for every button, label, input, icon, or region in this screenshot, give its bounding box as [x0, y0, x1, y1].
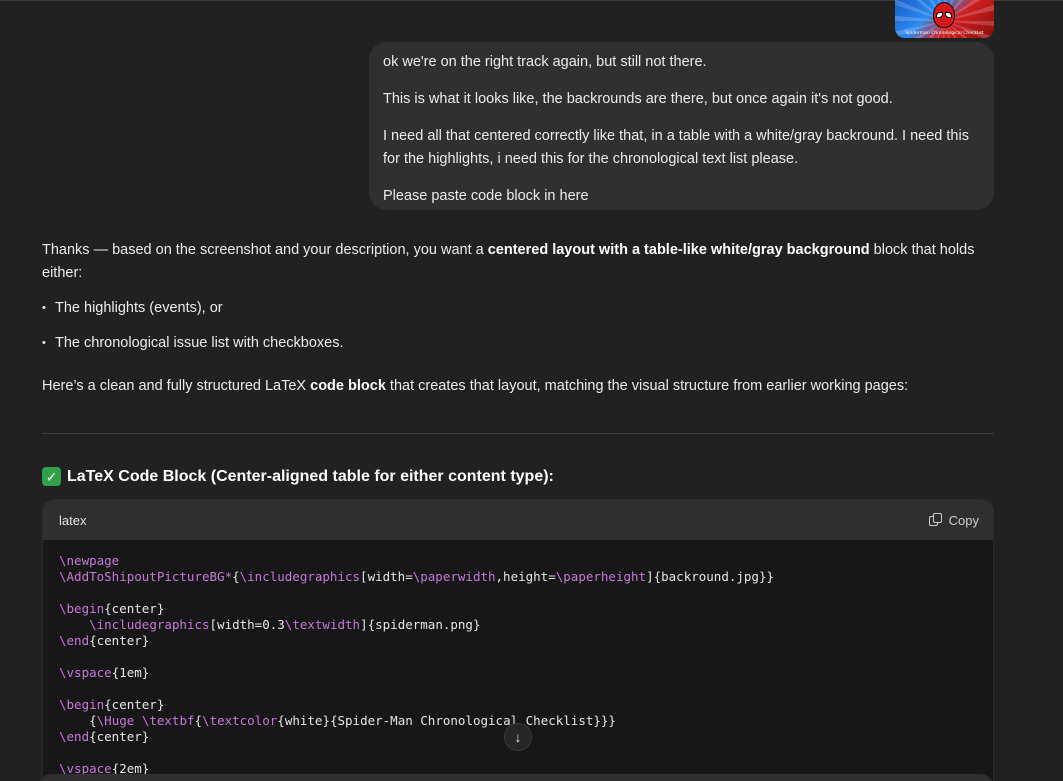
latex-command: \begin [59, 697, 105, 712]
checkmark-icon: ✓ [42, 467, 61, 486]
latex-command: \begin [59, 601, 105, 616]
option-list: The highlights (events), or The chronolo… [42, 297, 994, 355]
latex-command: \textcolor [202, 713, 278, 728]
left-eye [936, 12, 943, 18]
arrow-down-icon: ↓ [514, 729, 522, 745]
copy-label: Copy [948, 512, 979, 528]
user-message-line: ok we're on the right track again, but s… [383, 54, 707, 70]
code-line: \includegraphics[width=0.3\textwidth]{sp… [89, 617, 481, 632]
section-divider [42, 433, 994, 434]
latex-command: \end [59, 633, 90, 648]
code-line: \newpage [59, 553, 119, 568]
message-composer[interactable] [38, 774, 994, 781]
latex-command: \textwidth [284, 617, 361, 632]
assistant-intro: Thanks — based on the screenshot and you… [42, 239, 994, 285]
user-message-line: This is what it looks like, the backroun… [383, 91, 893, 107]
intro-text: that creates that layout, matching the v… [385, 378, 909, 394]
user-message-bubble: ok we're on the right track again, but s… [369, 42, 994, 210]
code-line: \end{center} [59, 729, 150, 744]
assistant-intro-2: Here’s a clean and fully structured LaTe… [42, 375, 994, 398]
section-heading-text: LaTeX Code Block (Center-aligned table f… [67, 467, 554, 485]
section-heading: ✓ LaTeX Code Block (Center-aligned table… [42, 467, 554, 486]
latex-command: \includegraphics [89, 617, 210, 632]
intro-bold-text: centered layout with a table-like white/… [487, 242, 870, 258]
intro-text: Here’s a clean and fully structured LaTe… [42, 378, 311, 394]
assistant-message: Thanks — based on the screenshot and you… [42, 239, 994, 398]
attached-image-thumbnail[interactable]: Spiderman Chronological Checklist [895, 0, 994, 38]
spiderman-icon [933, 2, 955, 28]
copy-button[interactable]: Copy [928, 512, 979, 528]
code-line: \vspace{1em} [59, 665, 150, 680]
list-item: The chronological issue list with checkb… [42, 332, 994, 355]
latex-command: \end [59, 729, 90, 744]
code-line: {\Huge \textbf{\textcolor{white}{Spider-… [59, 713, 616, 728]
user-message-line: I need all that centered correctly like … [383, 128, 969, 167]
latex-command: \paperwidth [412, 569, 496, 584]
intro-text: Thanks — based on the screenshot and you… [42, 242, 488, 258]
code-line: \begin{center} [59, 601, 165, 616]
latex-command: \vspace [59, 665, 112, 680]
list-item: The highlights (events), or [42, 297, 994, 320]
code-line: \end{center} [59, 633, 150, 648]
latex-command: \Huge [96, 713, 135, 728]
code-line: \begin{center} [59, 697, 165, 712]
user-message-line: Please paste code block in here [383, 188, 589, 204]
code-language-label: latex [59, 512, 87, 528]
latex-command: \textbf [141, 713, 195, 728]
right-eye [945, 12, 952, 18]
latex-command: \includegraphics [239, 569, 361, 584]
latex-command: \paperheight [555, 569, 647, 584]
scroll-down-button[interactable]: ↓ [504, 723, 532, 751]
latex-command: \AddToShipoutPictureBG* [59, 569, 233, 584]
code-block-header: latex Copy [43, 500, 993, 540]
latex-command: \newpage [59, 553, 120, 568]
copy-icon [928, 513, 943, 527]
thumbnail-caption: Spiderman Chronological Checklist [905, 31, 984, 36]
code-line: \AddToShipoutPictureBG*{\includegraphics… [59, 569, 774, 584]
intro-bold-text: code block [310, 378, 386, 394]
